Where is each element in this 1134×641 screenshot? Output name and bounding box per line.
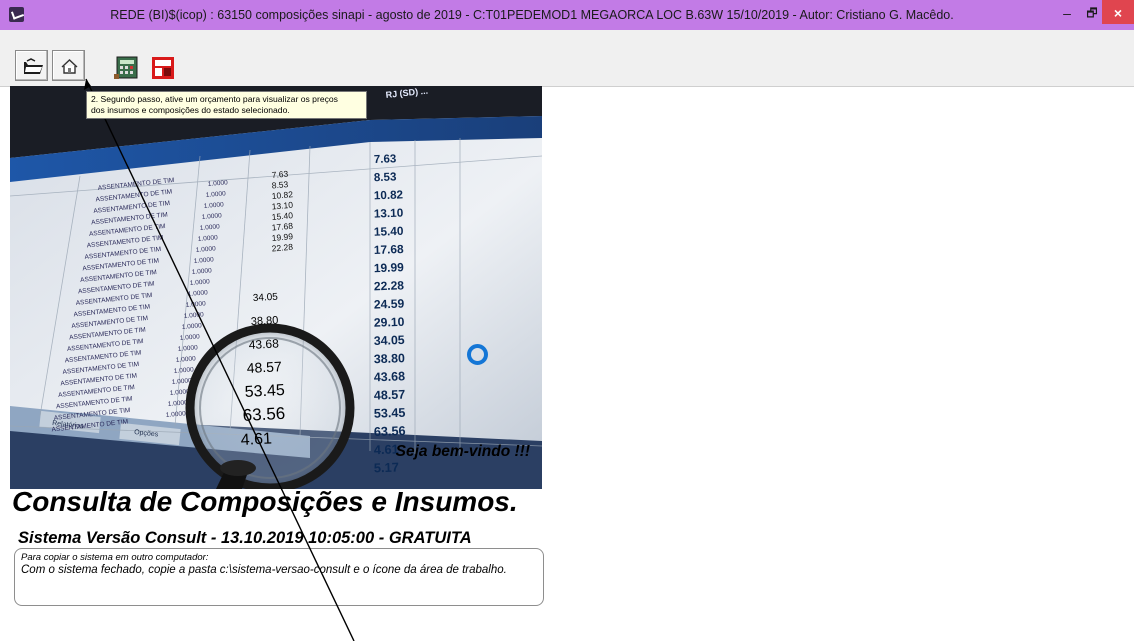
tooltip: 2. Segundo passo, ative um orçamento par… <box>86 91 367 119</box>
spreadsheet-value: 48.57 <box>374 388 406 403</box>
spreadsheet-value: 7.63 <box>374 153 397 166</box>
spreadsheet-value: 38.80 <box>374 351 406 366</box>
magnified-value: 43.68 <box>248 336 279 352</box>
spreadsheet-value: 34.05 <box>374 333 405 348</box>
spreadsheet-photo-illustration: 7.63 8.53 10.82 13.10 15.40 17.68 19.99 22.28 24… <box>10 86 542 489</box>
spreadsheet-value: 8.53 <box>374 171 397 184</box>
page-title: Consulta de Composições e Insumos. <box>12 486 518 517</box>
magnified-value: 34.05 <box>253 292 279 304</box>
tooltip-line-2: dos insumos e composições do estado sele… <box>91 105 290 115</box>
magnified-value: 48.57 <box>246 358 282 376</box>
app-icon[interactable] <box>9 7 24 22</box>
spreadsheet-value: 19.99 <box>374 260 405 275</box>
open-folder-icon <box>24 58 43 74</box>
calculator-icon <box>114 56 138 79</box>
spreadsheet-value: 24.59 <box>374 297 405 312</box>
red-chart-icon <box>152 57 174 79</box>
magnified-value: 63.56 <box>242 404 285 425</box>
spreadsheet-value: 15.40 <box>374 224 404 239</box>
spreadsheet-value: 13.10 <box>374 207 404 221</box>
calculator-button[interactable] <box>109 50 142 81</box>
spreadsheet-value: 53.45 <box>374 406 406 421</box>
magnified-value: 4.61 <box>240 430 272 449</box>
magnified-value: 53.45 <box>244 382 285 401</box>
home-button[interactable] <box>52 50 85 81</box>
spreadsheet-value: 29.10 <box>374 315 405 330</box>
open-button[interactable] <box>15 50 48 81</box>
spreadsheet-value: 22.28 <box>374 278 405 293</box>
spreadsheet-value: 43.68 <box>374 369 406 384</box>
welcome-photo: 7.63 8.53 10.82 13.10 15.40 17.68 19.99 22.28 24… <box>10 86 542 489</box>
window-title: REDE (BI)$(icop) : 63150 composições sin… <box>110 8 954 22</box>
spreadsheet-value: 17.68 <box>374 242 405 257</box>
spreadsheet-value: 10.82 <box>374 188 404 202</box>
tooltip-line-1: 2. Segundo passo, ative um orçamento par… <box>91 94 338 104</box>
report-button[interactable] <box>145 50 178 81</box>
copy-instructions-label: Para copiar o sistema em outro computado… <box>21 552 209 563</box>
close-button[interactable]: × <box>1102 0 1134 24</box>
spreadsheet-value-left: 22.28 <box>271 242 293 254</box>
title-bar: REDE (BI)$(icop) : 63150 composições sin… <box>0 0 1134 30</box>
magnified-value: 38.80 <box>251 315 279 328</box>
loading-ring-icon <box>467 344 488 365</box>
spreadsheet-value: 5.17 <box>374 460 400 476</box>
version-label: Sistema Versão Consult - 13.10.2019 10:0… <box>18 529 472 547</box>
welcome-text: Seja bem-vindo !!! <box>395 443 530 460</box>
spreadsheet-value: 63.56 <box>374 424 406 439</box>
copy-instructions-text: Com o sistema fechado, copie a pasta c:\… <box>21 564 507 576</box>
home-icon <box>61 59 78 74</box>
toolbar <box>0 30 1134 87</box>
copy-instructions-box: Para copiar o sistema em outro computado… <box>14 548 544 606</box>
